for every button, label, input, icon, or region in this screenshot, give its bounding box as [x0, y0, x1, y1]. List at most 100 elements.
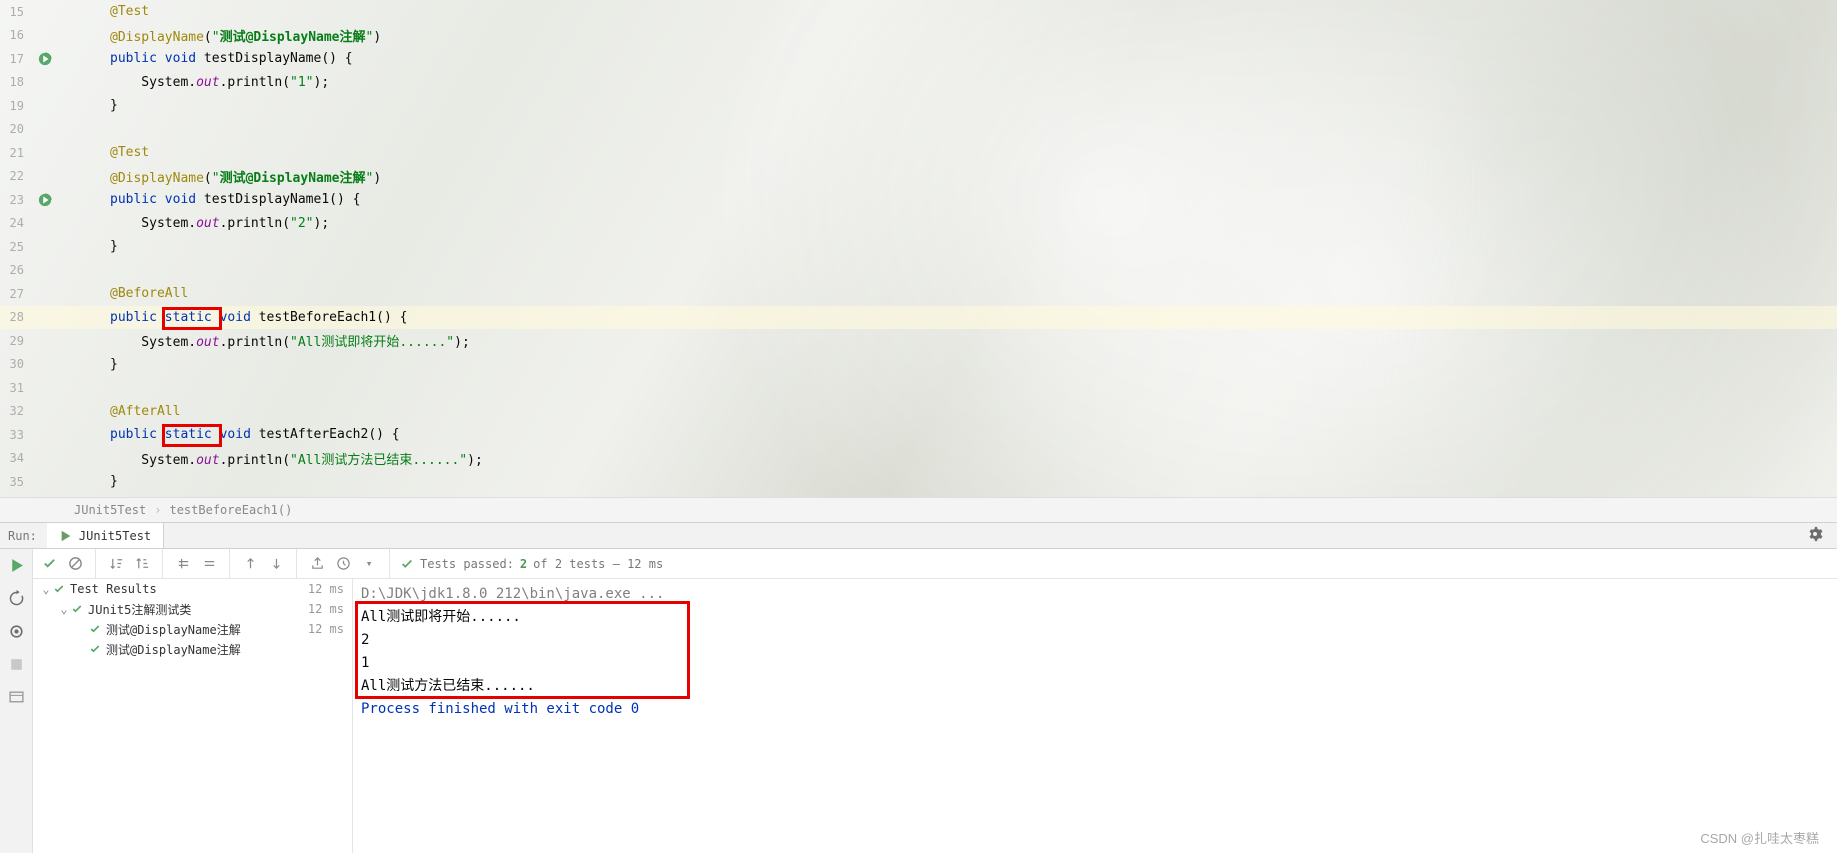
code-line[interactable]: 16 @DisplayName("测试@DisplayName注解") [0, 24, 1837, 48]
line-number: 32 [0, 404, 30, 418]
next-test-icon[interactable] [264, 552, 288, 576]
code-text: @DisplayName("测试@DisplayName注解") [60, 26, 381, 45]
code-line[interactable]: 23 public void testDisplayName1() { [0, 188, 1837, 212]
code-line[interactable]: 20 [0, 118, 1837, 142]
show-ignored-icon[interactable] [63, 552, 87, 576]
tree-suite[interactable]: ⌄ JUnit5注解测试类 12 ms [33, 599, 352, 619]
code-text: } [60, 98, 118, 113]
tree-suite-time: 12 ms [308, 602, 344, 616]
line-number: 16 [0, 28, 30, 42]
console-line: All测试方法已结束...... [361, 675, 1837, 698]
check-icon [400, 557, 414, 571]
code-text: System.out.println("All测试方法已结束......"); [60, 449, 483, 468]
code-line[interactable]: 33public static void testAfterEach2() { [0, 423, 1837, 447]
chevron-down-icon[interactable]: ⌄ [39, 582, 53, 596]
breadcrumb-method[interactable]: testBeforeEach1() [169, 503, 292, 517]
expand-all-icon[interactable] [171, 552, 195, 576]
code-line[interactable]: 24 System.out.println("2"); [0, 212, 1837, 236]
gutter-icons [30, 193, 60, 207]
layout-icon[interactable] [8, 689, 25, 710]
test-tree[interactable]: ⌄ Test Results 12 ms ⌄ JUnit5注解测试类 12 ms… [33, 579, 353, 853]
line-number: 25 [0, 240, 30, 254]
tree-test-time: 12 ms [308, 622, 344, 636]
code-line[interactable]: 26 [0, 259, 1837, 283]
gutter-icons [30, 52, 60, 66]
line-number: 21 [0, 146, 30, 160]
line-number: 22 [0, 169, 30, 183]
code-text: } [60, 357, 118, 372]
rerun-icon[interactable] [8, 557, 25, 578]
sort-alpha-icon[interactable] [104, 552, 128, 576]
line-number: 31 [0, 381, 30, 395]
chevron-down-icon[interactable]: ⌄ [57, 602, 71, 616]
code-line[interactable]: 21@Test [0, 141, 1837, 165]
check-icon [53, 583, 65, 595]
code-line[interactable]: 28public static void testBeforeEach1() { [0, 306, 1837, 330]
line-number: 34 [0, 451, 30, 465]
code-text: } [60, 239, 118, 254]
code-line[interactable]: 29 System.out.println("All测试即将开始......")… [0, 329, 1837, 353]
code-text: @AfterAll [60, 404, 180, 419]
run-gutter-icon[interactable] [38, 52, 52, 66]
more-icon[interactable]: ▾ [357, 552, 381, 576]
code-line[interactable]: 19} [0, 94, 1837, 118]
line-number: 35 [0, 475, 30, 489]
tree-root[interactable]: ⌄ Test Results 12 ms [33, 579, 352, 599]
code-line[interactable]: 27@BeforeAll [0, 282, 1837, 306]
line-number: 27 [0, 287, 30, 301]
code-line[interactable]: 34 System.out.println("All测试方法已结束......"… [0, 447, 1837, 471]
tree-root-label: Test Results [70, 582, 308, 596]
run-gutter-icon[interactable] [38, 193, 52, 207]
line-number: 30 [0, 357, 30, 371]
code-line[interactable]: 35} [0, 470, 1837, 494]
code-line[interactable]: 22 @DisplayName("测试@DisplayName注解") [0, 165, 1837, 189]
line-number: 23 [0, 193, 30, 207]
code-text: public static void testBeforeEach1() { [60, 310, 407, 325]
check-icon [71, 603, 83, 615]
editor-area[interactable]: 15@Test 16 @DisplayName("测试@DisplayName注解"… [0, 0, 1837, 497]
code-text: public void testDisplayName1() { [60, 192, 360, 207]
collapse-all-icon[interactable] [197, 552, 221, 576]
console-line: 1 [361, 652, 1837, 675]
line-number: 17 [0, 52, 30, 66]
code-line[interactable]: 30} [0, 353, 1837, 377]
code-text: } [60, 474, 118, 489]
breadcrumb[interactable]: JUnit5Test › testBeforeEach1() [0, 497, 1837, 522]
code-text: @DisplayName("测试@DisplayName注解") [60, 167, 381, 186]
console-output[interactable]: D:\JDK\jdk1.8.0_212\bin\java.exe ... All… [353, 579, 1837, 853]
export-icon[interactable] [305, 552, 329, 576]
tree-test[interactable]: 测试@DisplayName注解 12 ms [33, 619, 352, 639]
line-number: 26 [0, 263, 30, 277]
code-line[interactable]: 18 System.out.println("1"); [0, 71, 1837, 95]
code-line[interactable]: 25} [0, 235, 1837, 259]
test-toolbar: ▾ Tests passed: 2 of 2 tests – 12 ms [33, 549, 1837, 579]
code-line[interactable]: 32 @AfterAll [0, 400, 1837, 424]
sort-duration-icon[interactable] [130, 552, 154, 576]
run-label: Run: [0, 529, 47, 543]
code-line[interactable]: 17public void testDisplayName() { [0, 47, 1837, 71]
watermark: CSDN @扎哇太枣糕 [1700, 828, 1819, 847]
line-number: 15 [0, 5, 30, 19]
line-number: 19 [0, 99, 30, 113]
history-icon[interactable] [331, 552, 355, 576]
run-config-icon [59, 529, 73, 543]
tree-test[interactable]: 测试@DisplayName注解 [33, 639, 352, 659]
console-line: All测试即将开始...... [361, 606, 1837, 629]
code-text: System.out.println("1"); [60, 75, 329, 90]
settings-icon[interactable] [1807, 526, 1823, 546]
code-line[interactable]: 31 [0, 376, 1837, 400]
tests-passed-count: 2 [520, 557, 527, 571]
show-passed-icon[interactable] [37, 552, 61, 576]
tree-test-label: 测试@DisplayName注解 [106, 621, 308, 638]
console-line: 2 [361, 629, 1837, 652]
run-tab-label: JUnit5Test [79, 529, 151, 543]
code-text: public static void testAfterEach2() { [60, 427, 400, 442]
rerun-failed-icon[interactable] [8, 590, 25, 611]
toggle-auto-icon[interactable] [8, 623, 25, 644]
breadcrumb-class[interactable]: JUnit5Test [74, 503, 146, 517]
tests-summary: Tests passed: 2 of 2 tests – 12 ms [394, 557, 663, 571]
run-tab[interactable]: JUnit5Test [47, 523, 164, 548]
stop-icon[interactable] [8, 656, 25, 677]
prev-test-icon[interactable] [238, 552, 262, 576]
code-line[interactable]: 15@Test [0, 0, 1837, 24]
